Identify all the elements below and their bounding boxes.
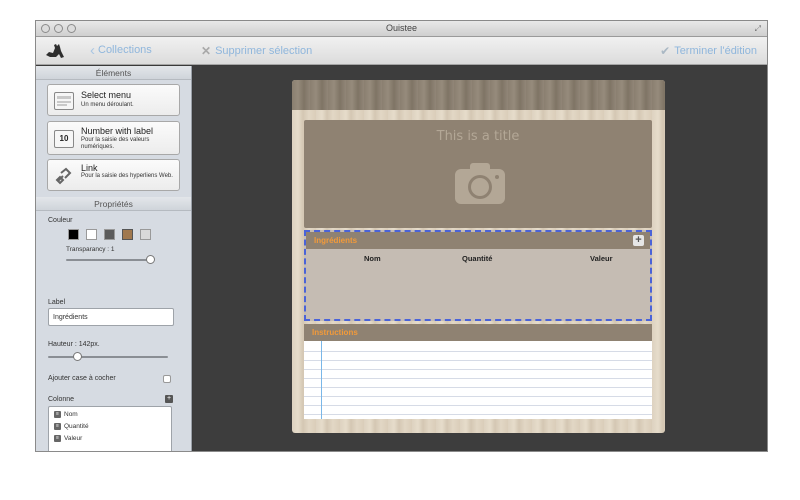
- transparency-slider-knob[interactable]: [146, 255, 155, 264]
- color-swatch-gray[interactable]: [104, 229, 115, 240]
- column-header-valeur: Valeur: [590, 254, 613, 263]
- list-item[interactable]: ≡ Valeur: [54, 435, 82, 442]
- card-header-strip: [292, 80, 665, 110]
- label-input[interactable]: Ingrédients: [48, 308, 174, 326]
- ingredients-title: Ingrédients: [314, 236, 358, 245]
- transparency-label: Transparancy : 1: [66, 246, 115, 253]
- element-title: Link: [81, 163, 98, 173]
- select-menu-icon: [54, 92, 74, 110]
- link-icon: [54, 167, 74, 185]
- toolbar: ‹ Collections ✕ Supprimer sélection ✔ Te…: [36, 37, 767, 65]
- window-title: Ouistee: [385, 23, 418, 33]
- transparency-slider-track[interactable]: [66, 259, 152, 261]
- title-bar: Ouistee ⤢: [36, 21, 767, 37]
- instructions-header: Instructions: [304, 324, 652, 341]
- chevron-left-icon: ‹: [90, 41, 95, 59]
- app-window: Ouistee ⤢ ‹ Collections ✕ Supprimer séle…: [35, 20, 768, 452]
- element-description: Pour la saisie des hyperliens Web.: [81, 173, 173, 179]
- color-swatch-white[interactable]: [86, 229, 97, 240]
- column-header-nom: Nom: [364, 254, 381, 263]
- columns-list: ≡ Nom ≡ Quantité ≡ Valeur: [48, 406, 172, 451]
- columns-label: Colonne: [48, 396, 75, 403]
- ingredients-header: Ingrédients +: [306, 232, 650, 249]
- finish-editing-button[interactable]: ✔ Terminer l'édition: [660, 44, 757, 58]
- close-icon: ✕: [201, 44, 212, 58]
- elements-header: Éléments: [36, 66, 191, 80]
- column-header-quantite: Quantité: [462, 254, 493, 263]
- element-select-menu[interactable]: Select menu Un menu déroulant.: [47, 84, 180, 116]
- instructions-title: Instructions: [312, 328, 358, 337]
- label-caption: Label: [48, 299, 66, 306]
- number-stepper-icon: 10: [54, 130, 74, 148]
- finish-editing-label: Terminer l'édition: [674, 45, 757, 57]
- sidebar: Éléments Select menu Un menu déroulant. …: [36, 66, 192, 451]
- instructions-block[interactable]: Instructions: [304, 324, 652, 419]
- color-swatch-black[interactable]: [68, 229, 79, 240]
- margin-line: [321, 341, 322, 419]
- properties-header: Propriétés: [36, 197, 191, 211]
- drag-handle-icon[interactable]: ≡: [54, 435, 61, 442]
- drag-handle-icon[interactable]: ≡: [54, 423, 61, 430]
- fullscreen-icon[interactable]: ⤢: [755, 24, 761, 34]
- element-link[interactable]: Link Pour la saisie des hyperliens Web.: [47, 159, 180, 191]
- title-block[interactable]: This is a title: [304, 120, 652, 228]
- delete-selection-label: Supprimer sélection: [215, 45, 313, 57]
- element-title: Number with label: [81, 126, 154, 136]
- height-slider-knob[interactable]: [73, 352, 82, 361]
- height-label: Hauteur : 142px.: [48, 341, 100, 348]
- collections-back-button[interactable]: ‹ Collections: [90, 41, 152, 59]
- collections-label: Collections: [98, 44, 152, 56]
- color-swatch-light-gray[interactable]: [140, 229, 151, 240]
- instructions-text-area[interactable]: [304, 343, 652, 419]
- add-column-button[interactable]: +: [165, 395, 173, 403]
- recipe-card: This is a title Ingrédients + Nom Quanti…: [292, 80, 665, 433]
- checkmark-icon: ✔: [660, 44, 671, 58]
- delete-selection-button[interactable]: ✕ Supprimer sélection: [201, 44, 312, 58]
- ingredients-table-block[interactable]: Ingrédients + Nom Quantité Valeur: [304, 230, 652, 321]
- drag-handle-icon[interactable]: ≡: [54, 411, 61, 418]
- camera-icon[interactable]: [453, 160, 507, 206]
- element-number-with-label[interactable]: 10 Number with label Pour la saisie des …: [47, 121, 180, 155]
- element-description: Pour la saisie des valeurs numériques.: [81, 137, 150, 150]
- add-row-button[interactable]: +: [633, 235, 644, 246]
- element-title: Select menu: [81, 90, 132, 100]
- document-title[interactable]: This is a title: [304, 129, 652, 144]
- list-item[interactable]: ≡ Nom: [54, 411, 78, 418]
- color-swatch-brown[interactable]: [122, 229, 133, 240]
- color-label: Couleur: [48, 217, 73, 224]
- add-checkbox-toggle[interactable]: [163, 375, 171, 383]
- checkbox-option-label: Ajouter case à cocher: [48, 375, 116, 382]
- element-description: Un menu déroulant.: [81, 102, 134, 108]
- cat-logo-icon: [46, 44, 64, 58]
- height-slider-track[interactable]: [48, 356, 168, 358]
- list-item[interactable]: ≡ Quantité: [54, 423, 89, 430]
- editor-canvas: This is a title Ingrédients + Nom Quanti…: [193, 66, 767, 451]
